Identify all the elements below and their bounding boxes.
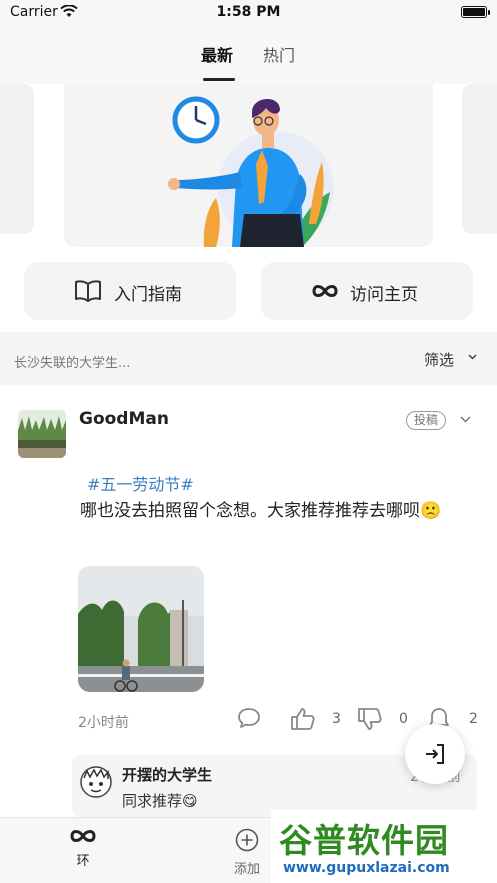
nav-add[interactable]: 添加 [222,828,272,877]
infinity-icon [70,830,96,842]
like-count: 3 [332,711,341,727]
post-hashtag[interactable]: #五一劳动节# [87,471,194,495]
commenter-avatar[interactable] [80,766,112,798]
login-fab[interactable] [405,724,465,784]
book-icon [75,280,101,302]
avatar-image [18,410,66,458]
chevron-down-icon[interactable] [468,354,477,360]
commenter-name[interactable]: 开摆的大学生 [122,764,212,785]
active-tab-indicator [203,78,235,81]
post-username[interactable]: GoodMan [79,409,169,429]
top-tab-bar: 最新 热门 [0,26,497,84]
watermark-title: 谷普软件园 [279,821,449,860]
plus-circle-icon [235,828,259,852]
dislike-count: 0 [399,711,408,727]
current-user-label: 长沙失联的大学生... [14,356,131,371]
nav-ring-label: 环 [76,854,90,869]
guide-label: 入门指南 [114,285,182,305]
nav-add-label: 添加 [233,862,260,877]
banner-current-card[interactable] [64,84,433,247]
post-photo[interactable] [78,566,204,692]
banner-illustration [168,96,334,247]
visit-home-button[interactable]: 访问主页 [261,262,473,320]
watermark: 谷普软件园 www.gupuxlazai.com [271,810,497,883]
filter-button[interactable]: 筛选 [424,349,454,370]
chevron-down-icon[interactable] [460,416,471,423]
filter-bar: 长沙失联的大学生... 筛选 [0,332,497,385]
comment-icon[interactable] [237,707,261,729]
nav-ring[interactable]: 环 [58,828,108,869]
watermark-url: www.gupuxlazai.com [283,860,450,876]
photo-image [78,566,204,692]
guide-button[interactable]: 入门指南 [24,262,236,320]
tab-latest[interactable]: 最新 [201,42,233,66]
clock: 1:58 PM [216,4,281,20]
thumbs-up-icon[interactable] [290,707,316,731]
post-text: 哪也没去拍照留个念想。大家推荐推荐去哪呗🙁 [80,501,442,521]
banner-next-card[interactable] [462,84,497,234]
comment-text: 同求推荐😋 [122,792,198,810]
visit-home-label: 访问主页 [350,285,418,305]
remind-count: 2 [469,711,478,727]
battery-icon [461,6,490,18]
status-bar: Carrier 1:58 PM [0,0,497,26]
submission-badge: 投稿 [406,411,447,430]
banner-prev-card[interactable] [0,84,34,234]
post-time: 2小时前 [78,715,129,731]
login-icon [426,744,444,764]
thumbs-down-icon[interactable] [357,707,383,731]
tab-hot[interactable]: 热门 [263,42,295,66]
infinity-icon [312,285,338,297]
avatar[interactable] [18,410,66,458]
